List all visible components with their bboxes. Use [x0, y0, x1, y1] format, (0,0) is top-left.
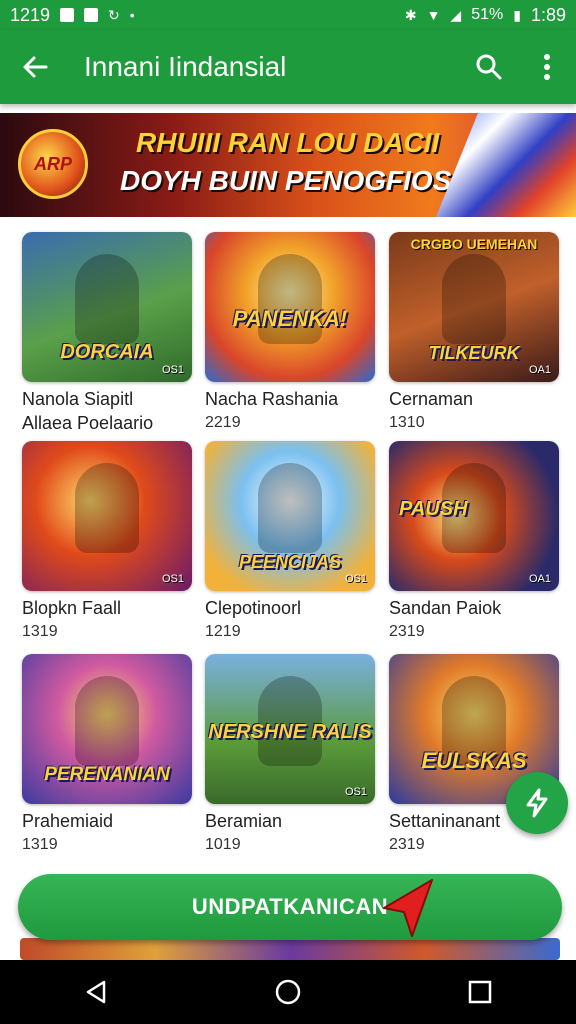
primary-cta-button[interactable]: UNDPATKANICAN: [18, 874, 562, 940]
game-count: 1019: [205, 836, 241, 853]
thumbnail-header: CRGBO UEMEHAN: [410, 236, 538, 252]
game-name: Blopkn Faall: [22, 598, 122, 618]
game-name: Nacha Rashania: [205, 389, 339, 409]
more-options-button[interactable]: [518, 30, 576, 104]
character-art: [75, 463, 139, 553]
game-card[interactable]: OS1 Blopkn Faall 1319: [22, 441, 192, 641]
promo-banner[interactable]: ARP RHUIII RAN LOU DACII DOYH BUIN PENOG…: [0, 113, 576, 217]
game-name: Clepotinoorl: [205, 598, 302, 618]
signal-icon: ◢: [450, 7, 462, 23]
game-name: Beramian: [205, 811, 283, 831]
game-count: 2319: [389, 623, 425, 640]
game-card[interactable]: DORCAIA OS1 Nanola Siapitl Allaea Poelaa…: [22, 232, 192, 434]
game-thumbnail: PERENANIAN: [22, 654, 192, 804]
game-card[interactable]: PEENCIJAS OS1 Clepotinoorl 1219: [205, 441, 375, 641]
banner-text: RHUIII RAN LOU DACII DOYH BUIN PENOGFIOS: [120, 127, 460, 197]
game-subname: Allaea Poelaario: [22, 413, 154, 433]
app-notification-icon: [84, 8, 99, 22]
pointer-arrow-icon: [383, 879, 433, 937]
sync-icon: ↻: [108, 7, 120, 23]
character-art: [75, 676, 139, 766]
banner-headline: RHUIII RAN LOU DACII: [136, 127, 440, 158]
game-card[interactable]: PERENANIAN Prahemiaid 1319: [22, 654, 192, 854]
character-art: [258, 463, 322, 553]
thumbnail-title: PERENANIAN: [44, 764, 170, 785]
game-card[interactable]: CRGBO UEMEHAN TILKEURK OA1 Cernaman 1310: [389, 232, 559, 432]
status-bar: 1219 ↻ • ✱ ▼ ◢ 51% ▮ 1:89: [0, 0, 576, 30]
nav-home-button[interactable]: [258, 962, 318, 1022]
game-card[interactable]: NERSHNE RALIS OS1 Beramian 1019: [205, 654, 375, 854]
character-art: [75, 254, 139, 344]
thumbnail-title: TILKEURK: [428, 343, 520, 363]
page-title: Innani Iindansial: [84, 51, 287, 82]
game-count: 2319: [389, 836, 425, 853]
status-time-right: 1:89: [530, 4, 566, 25]
wifi-icon: ▼: [426, 7, 441, 23]
lightning-icon: [526, 788, 548, 818]
game-count: 1310: [389, 414, 425, 431]
thumbnail-title: PEENCIJAS: [238, 552, 342, 572]
banner-logo: ARP: [18, 129, 88, 199]
game-name: Prahemiaid: [22, 811, 114, 831]
search-button[interactable]: [460, 30, 518, 104]
home-circle-icon: [275, 979, 301, 1005]
next-row-thumbnails: [20, 938, 560, 960]
dot-icon: •: [129, 7, 135, 23]
floating-action-button[interactable]: [506, 772, 568, 834]
thumbnail-title: PANENKA!: [232, 306, 348, 331]
game-count: 1219: [205, 623, 241, 640]
thumbnail-badge: OS1: [344, 786, 367, 798]
thumbnail-title: NERSHNE RALIS: [208, 721, 372, 743]
back-arrow-icon: [23, 56, 48, 78]
thumbnail-title: PAUSH: [399, 498, 468, 520]
notification-icon: [60, 8, 75, 22]
back-button[interactable]: [0, 30, 70, 104]
game-thumbnail: PEENCIJAS OS1: [205, 441, 375, 591]
thumbnail-badge: OA1: [528, 573, 551, 585]
thumbnail-badge: OS1: [161, 573, 184, 585]
search-icon: [476, 54, 502, 80]
thumbnail-title: DORCAIA: [60, 341, 154, 363]
battery-percent: 51%: [471, 6, 504, 23]
game-thumbnail: NERSHNE RALIS OS1: [205, 654, 375, 804]
game-count: 2219: [205, 414, 241, 431]
game-count: 1319: [22, 836, 58, 853]
status-left: 1219 ↻ •: [10, 5, 135, 26]
thumbnail-badge: OA1: [528, 364, 551, 376]
thumbnail-badge: OS1: [161, 364, 184, 376]
game-card[interactable]: PAUSH OA1 Sandan Paiok 2319: [389, 441, 559, 641]
app-bar: Innani Iindansial: [0, 30, 576, 104]
game-name: Nanola Siapitl: [22, 389, 134, 409]
game-thumbnail: PANENKA!: [205, 232, 375, 382]
recents-square-icon: [468, 980, 492, 1004]
status-right: ✱ ▼ ◢ 51% ▮ 1:89: [405, 5, 566, 26]
cta-label: UNDPATKANICAN: [191, 894, 389, 919]
game-thumbnail: PAUSH OA1: [389, 441, 559, 591]
nav-back-button[interactable]: [66, 962, 126, 1022]
game-name: Cernaman: [389, 389, 474, 409]
game-thumbnail: DORCAIA OS1: [22, 232, 192, 382]
game-thumbnail: CRGBO UEMEHAN TILKEURK OA1: [389, 232, 559, 382]
battery-icon: ▮: [513, 7, 521, 23]
nav-recents-button[interactable]: [450, 962, 510, 1022]
back-triangle-icon: [86, 980, 106, 1004]
thumbnail-title: EULSKAS: [421, 748, 527, 773]
game-count: 1319: [22, 623, 58, 640]
game-thumbnail: OS1: [22, 441, 192, 591]
banner-subheadline: DOYH BUIN PENOGFIOS: [120, 165, 452, 196]
thumbnail-badge: OS1: [344, 573, 367, 585]
system-nav-bar: [0, 960, 576, 1024]
character-art: [442, 254, 506, 344]
more-vert-icon: [544, 54, 550, 80]
game-card[interactable]: PANENKA! Nacha Rashania 2219: [205, 232, 375, 432]
settings-icon: ✱: [404, 7, 417, 23]
status-time-left: 1219: [10, 4, 51, 25]
game-name: Sandan Paiok: [389, 598, 502, 618]
